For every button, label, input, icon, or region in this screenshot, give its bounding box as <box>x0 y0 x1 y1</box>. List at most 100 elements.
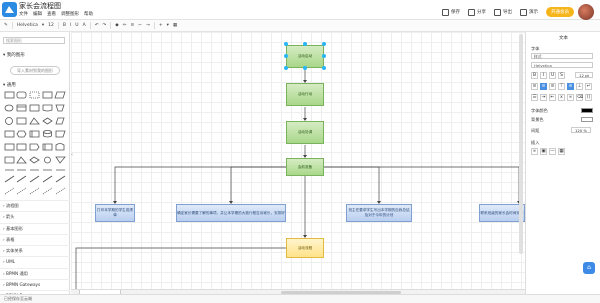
font-family-select[interactable]: Helvetica <box>17 23 38 28</box>
library-bpmn-gateways[interactable]: › BPMN Gateways <box>0 279 70 290</box>
general-shapes-grid[interactable] <box>4 90 66 196</box>
insert-icon[interactable]: + <box>159 23 163 28</box>
strike-button[interactable]: S <box>558 72 565 79</box>
italic-icon[interactable]: I <box>70 23 71 28</box>
bold-button[interactable]: B <box>531 72 538 79</box>
insert-table-button[interactable]: ▦ <box>558 148 565 155</box>
menu-arrange[interactable]: 调整图形 <box>61 11 79 17</box>
general-header[interactable]: ▾ 通用 <box>3 82 16 88</box>
library-basic-shapes[interactable]: › 基本图形 <box>0 222 70 234</box>
clear-format-button[interactable]: ⌫ <box>576 94 583 101</box>
insert-row: ∞ ▣ — ▦ <box>531 148 565 155</box>
selection-handle[interactable] <box>284 66 288 70</box>
flow-node-task-1[interactable]: 打印本学期的学生成绩单 <box>95 204 135 222</box>
my-shapes-header[interactable]: ▾ 我的图形 <box>3 52 25 58</box>
redo-icon[interactable]: ↷ <box>102 23 106 28</box>
font-size-select[interactable]: 12 <box>48 23 54 28</box>
flow-node-task-2[interactable]: 确定家长需要了解的事项，并让本学期的大致行程告诉家长，安排好 <box>176 204 286 222</box>
chevron-down-icon[interactable]: ▾ <box>167 23 169 28</box>
flow-node-start[interactable]: 活动启动 <box>286 45 324 68</box>
superscript-button[interactable]: x <box>558 94 565 101</box>
vip-button[interactable]: 开通会员 <box>546 7 574 17</box>
underline-button[interactable]: U <box>549 72 556 79</box>
bold-icon[interactable]: B <box>63 23 66 28</box>
align-bottom-button[interactable]: ⊥ <box>576 83 583 90</box>
selection-handle[interactable] <box>322 54 326 58</box>
list-button[interactable]: ☰ <box>531 94 538 101</box>
library-entity-relation[interactable]: › 实体关系 <box>0 245 70 256</box>
toolbar-divider <box>89 22 91 29</box>
font-size-input[interactable]: 12 pt <box>575 72 593 78</box>
outdent-button[interactable]: ⇤ <box>549 94 556 101</box>
indent-button[interactable]: ⇥ <box>540 94 547 101</box>
format-brush-icon[interactable]: ✎ <box>4 23 8 28</box>
diagram-canvas[interactable]: 活动启动 活动行动 活动协调 会前准备 打印本学期的学生成绩单 确定家长需要了解… <box>71 32 525 289</box>
font-family-select[interactable]: Helvetica <box>531 62 593 68</box>
vertical-scrollbar[interactable] <box>519 34 523 254</box>
import-shapes-button[interactable]: 导入素材到我的图形 <box>10 66 60 75</box>
align-right-button[interactable]: ≡ <box>549 83 556 90</box>
menu-edit[interactable]: 编辑 <box>33 11 42 17</box>
selection-handle[interactable] <box>284 54 288 58</box>
insert-link-button[interactable]: ∞ <box>531 148 538 155</box>
selection-handle[interactable] <box>284 42 288 46</box>
line-color-icon[interactable]: ✏ <box>123 23 127 28</box>
library-bpmn-general-label: BPMN 通用 <box>6 270 28 276</box>
bg-color-swatch[interactable] <box>581 117 593 122</box>
align-center-button[interactable]: ≡ <box>540 83 547 90</box>
tab-text[interactable]: 文本 <box>526 35 600 41</box>
insert-image-button[interactable]: ▣ <box>540 148 547 155</box>
export-label: 导出 <box>503 10 512 15</box>
link-button[interactable]: ∞ <box>567 94 574 101</box>
selection-handle[interactable] <box>303 66 307 70</box>
connector-icon[interactable]: ⌐ <box>138 23 142 28</box>
table-icon[interactable]: ▦ <box>173 23 177 28</box>
flow-node-process[interactable]: 活动流程 <box>286 238 324 258</box>
selection-handle[interactable] <box>303 42 307 46</box>
align-left-button[interactable]: ≡ <box>531 83 538 90</box>
save-button[interactable]: 保存 <box>442 8 460 16</box>
menu-view[interactable]: 查看 <box>47 11 56 17</box>
shape-library-panel: 搜索图形 ▾ 我的图形 导入素材到我的图形 ▾ 通用 › 流程图 › 箭头 › … <box>0 32 70 298</box>
line-style-icon[interactable]: ≡ <box>131 23 135 28</box>
library-flowchart[interactable]: › 流程图 <box>0 200 70 211</box>
share-button[interactable]: 分享 <box>468 8 486 16</box>
avatar[interactable] <box>578 4 594 20</box>
undo-icon[interactable]: ↶ <box>95 23 99 28</box>
font-color-swatch[interactable] <box>581 108 593 113</box>
html-button[interactable]: ⟨⟩ <box>585 94 592 101</box>
line-height-input[interactable]: 120 % <box>571 127 591 133</box>
library-uml[interactable]: › UML <box>0 256 70 267</box>
chevron-down-icon[interactable]: ▾ <box>42 23 44 28</box>
font-style-select[interactable]: 样式 <box>531 53 593 59</box>
selection-handle[interactable] <box>322 66 326 70</box>
fill-color-icon[interactable]: ◆ <box>115 23 118 28</box>
selection-handle[interactable] <box>322 42 326 46</box>
insert-line-button[interactable]: — <box>549 148 556 155</box>
library-arrows[interactable]: › 箭头 <box>0 211 70 222</box>
flow-node-coordinate[interactable]: 活动协调 <box>286 121 324 144</box>
arrow-icon[interactable]: → <box>146 23 150 28</box>
font-color-icon[interactable]: A <box>83 23 86 28</box>
wrap-button[interactable]: ↵ <box>585 83 592 90</box>
flow-node-prepare[interactable]: 会前准备 <box>286 158 324 176</box>
shape-search-input[interactable]: 搜索图形 <box>3 37 65 44</box>
library-tables[interactable]: › 表格 <box>0 233 70 245</box>
present-button[interactable]: 演示 <box>520 8 538 16</box>
format-extra-row: ☰ ⇥ ⇤ x ∞ ⌫ ⟨⟩ <box>531 94 592 101</box>
underline-icon[interactable]: U <box>75 23 78 28</box>
align-middle-button[interactable]: ≡ <box>567 83 574 90</box>
export-button[interactable]: 导出 <box>494 8 512 16</box>
collapse-left-panel-icon[interactable]: ‹ <box>71 152 73 158</box>
align-top-button[interactable]: ⊤ <box>558 83 565 90</box>
menu-help[interactable]: 帮助 <box>84 11 93 17</box>
library-bpmn-general[interactable]: › BPMN 通用 <box>0 267 70 279</box>
italic-button[interactable]: I <box>540 72 547 79</box>
flow-node-task-3[interactable]: 班主任要求学生写出本学期的自我总结及对于今年的计划 <box>346 204 412 222</box>
flow-node-action[interactable]: 活动行动 <box>286 83 324 106</box>
menu-file[interactable]: 文件 <box>19 11 28 17</box>
node-label: 确定家长需要了解的事项，并让本学期的大致行程告诉家长，安排好 <box>177 210 285 215</box>
app-logo-icon[interactable] <box>2 2 17 17</box>
help-float-button[interactable]: ⌂ <box>583 262 595 274</box>
document-title[interactable]: 家长会流程图 <box>19 1 61 11</box>
